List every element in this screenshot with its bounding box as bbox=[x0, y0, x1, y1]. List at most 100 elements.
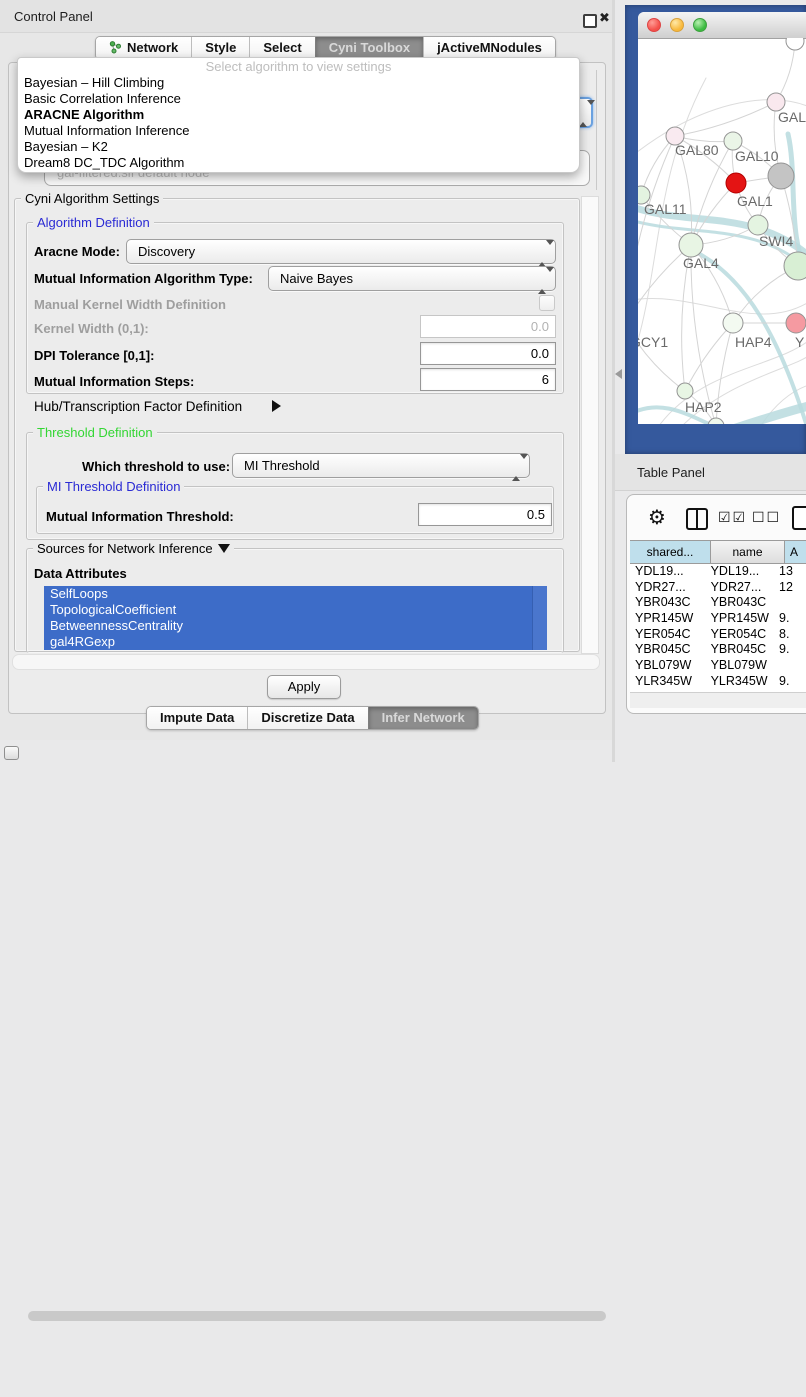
column-header-shared-name[interactable]: shared... bbox=[630, 540, 711, 564]
column-header-name[interactable]: name bbox=[711, 540, 785, 564]
network-node[interactable] bbox=[708, 418, 724, 424]
table-cell: YDR27... bbox=[630, 580, 711, 596]
network-window-titlebar[interactable] bbox=[638, 12, 806, 39]
network-edge[interactable] bbox=[638, 299, 806, 314]
algorithm-option[interactable]: Mutual Information Inference bbox=[18, 123, 579, 139]
network-node[interactable] bbox=[748, 215, 768, 235]
tab-jactivemnodules[interactable]: jActiveMNodules bbox=[423, 37, 555, 59]
panel-splitter[interactable] bbox=[612, 0, 615, 762]
table-rows[interactable]: YDL19...YDL19...13YDR27...YDR27...12YBR0… bbox=[630, 564, 806, 692]
settings-hscrollbar[interactable] bbox=[12, 654, 600, 670]
deselect-all-icon[interactable]: ☐☐ bbox=[752, 509, 781, 526]
table-cell: YER054C bbox=[630, 627, 711, 643]
hub-definition-label: Hub/Transcription Factor Definition bbox=[34, 399, 242, 414]
table-row[interactable]: YPR145WYPR145W9. bbox=[630, 611, 806, 627]
network-edge[interactable] bbox=[691, 245, 716, 424]
export-table-icon[interactable] bbox=[792, 506, 806, 530]
network-window: GALGAL80GAL10GAL1GAL11SWI4GAL4GCY1HAP4YH… bbox=[638, 12, 806, 424]
network-node[interactable] bbox=[768, 163, 794, 189]
data-attributes-list[interactable]: SelfLoopsTopologicalCoefficientBetweenne… bbox=[44, 586, 546, 650]
network-node-label: GAL4 bbox=[683, 255, 719, 271]
algorithm-option[interactable]: ARACNE Algorithm bbox=[18, 107, 579, 123]
minimize-traffic-light[interactable] bbox=[670, 18, 684, 32]
table-row[interactable]: YBR043CYBR043C bbox=[630, 595, 806, 611]
collapse-arrow-icon[interactable] bbox=[218, 544, 230, 553]
network-node[interactable] bbox=[784, 252, 806, 280]
select-all-icon[interactable]: ☑☑ bbox=[718, 509, 747, 526]
table-hscrollbar[interactable] bbox=[630, 692, 806, 708]
tab-impute-data[interactable]: Impute Data bbox=[147, 707, 247, 729]
table-panel-title: Table Panel bbox=[637, 465, 705, 480]
attribute-item[interactable]: TopologicalCoefficient bbox=[44, 602, 546, 618]
close-icon[interactable]: ✖ bbox=[599, 10, 610, 26]
network-node[interactable] bbox=[726, 173, 746, 193]
mi-threshold-field[interactable]: 0.5 bbox=[418, 503, 552, 526]
apply-button[interactable]: Apply bbox=[267, 675, 341, 699]
zoom-traffic-light[interactable] bbox=[693, 18, 707, 32]
kernel-width-field[interactable]: 0.0 bbox=[420, 315, 556, 338]
column-header-partial[interactable]: A bbox=[785, 540, 806, 564]
table-cell: YLR345W bbox=[711, 674, 779, 690]
tab-select[interactable]: Select bbox=[249, 37, 314, 59]
aracne-mode-value: Discovery bbox=[138, 244, 195, 259]
network-node-label: HAP2 bbox=[685, 399, 722, 415]
splitter-collapse-icon[interactable] bbox=[615, 369, 622, 379]
table-cell: YBR043C bbox=[630, 595, 711, 611]
tab-infer-network[interactable]: Infer Network bbox=[368, 707, 478, 729]
mi-threshold-label: Mutual Information Threshold: bbox=[46, 509, 234, 524]
table-cell: 13 bbox=[779, 564, 806, 580]
columns-icon[interactable] bbox=[686, 508, 708, 530]
float-window-icon[interactable] bbox=[583, 14, 597, 28]
table-cell: YBL079W bbox=[711, 658, 779, 674]
tab-network[interactable]: Network bbox=[96, 37, 191, 59]
control-panel: Control Panel ✖ Network Style Select Cyn… bbox=[0, 0, 612, 740]
network-node[interactable] bbox=[723, 313, 743, 333]
network-node-label: GAL bbox=[778, 109, 806, 125]
tab-cyni-toolbox[interactable]: Cyni Toolbox bbox=[315, 37, 423, 59]
dpi-tolerance-field[interactable]: 0.0 bbox=[420, 342, 556, 365]
table-cell: 9. bbox=[779, 642, 806, 658]
network-node[interactable] bbox=[786, 38, 804, 50]
settings-hscrollbar-thumb[interactable] bbox=[28, 1311, 606, 1321]
table-row[interactable]: YDR27...YDR27...12 bbox=[630, 580, 806, 596]
hidden-group-edge bbox=[596, 70, 597, 190]
mi-steps-field[interactable]: 6 bbox=[420, 368, 556, 391]
expand-arrow-icon[interactable] bbox=[272, 400, 281, 412]
tab-discretize-data[interactable]: Discretize Data bbox=[247, 707, 367, 729]
attribute-item[interactable]: gal4RGexp bbox=[44, 634, 546, 650]
network-node[interactable] bbox=[679, 233, 703, 257]
network-edge[interactable] bbox=[776, 41, 795, 102]
settings-vscrollbar[interactable] bbox=[581, 196, 599, 654]
network-node[interactable] bbox=[786, 313, 806, 333]
mi-algorithm-type-combo[interactable]: Naive Bayes bbox=[268, 266, 556, 291]
attribute-item[interactable]: BetweennessCentrality bbox=[44, 618, 546, 634]
algorithm-option[interactable]: Bayesian – Hill Climbing bbox=[18, 75, 579, 91]
spinner-arrows-icon bbox=[538, 245, 547, 263]
table-row[interactable]: YLR345WYLR345W9. bbox=[630, 674, 806, 690]
algorithm-option[interactable]: Bayesian – K2 bbox=[18, 139, 579, 155]
minimized-panel-icon[interactable] bbox=[4, 746, 19, 760]
dpi-tolerance-label: DPI Tolerance [0,1]: bbox=[34, 348, 154, 363]
network-flow-edge[interactable] bbox=[730, 404, 806, 424]
network-node[interactable] bbox=[677, 383, 693, 399]
gear-icon[interactable]: ⚙ bbox=[648, 505, 666, 530]
attributes-scrollbar[interactable] bbox=[532, 586, 547, 650]
network-node-label: GAL1 bbox=[737, 193, 773, 209]
table-row[interactable]: YBL079WYBL079W bbox=[630, 658, 806, 674]
attribute-item[interactable]: SelfLoops bbox=[44, 586, 546, 602]
table-row[interactable]: YBR045CYBR045C9. bbox=[630, 642, 806, 658]
close-traffic-light[interactable] bbox=[647, 18, 661, 32]
table-cell bbox=[779, 595, 806, 611]
aracne-mode-combo[interactable]: Discovery bbox=[126, 239, 556, 264]
network-edge[interactable] bbox=[685, 323, 733, 391]
algorithm-option[interactable]: Dream8 DC_TDC Algorithm bbox=[18, 155, 579, 171]
algorithm-option[interactable]: Basic Correlation Inference bbox=[18, 91, 579, 107]
network-canvas[interactable]: GALGAL80GAL10GAL1GAL11SWI4GAL4GCY1HAP4YH… bbox=[638, 38, 806, 424]
algorithm-option-list: Bayesian – Hill ClimbingBasic Correlatio… bbox=[18, 75, 579, 171]
which-threshold-combo[interactable]: MI Threshold bbox=[232, 453, 530, 478]
manual-kernel-checkbox[interactable] bbox=[539, 295, 555, 311]
table-row[interactable]: YDL19...YDL19...13 bbox=[630, 564, 806, 580]
data-attributes-label: Data Attributes bbox=[34, 566, 127, 581]
table-row[interactable]: YER054CYER054C8. bbox=[630, 627, 806, 643]
tab-style[interactable]: Style bbox=[191, 37, 249, 59]
